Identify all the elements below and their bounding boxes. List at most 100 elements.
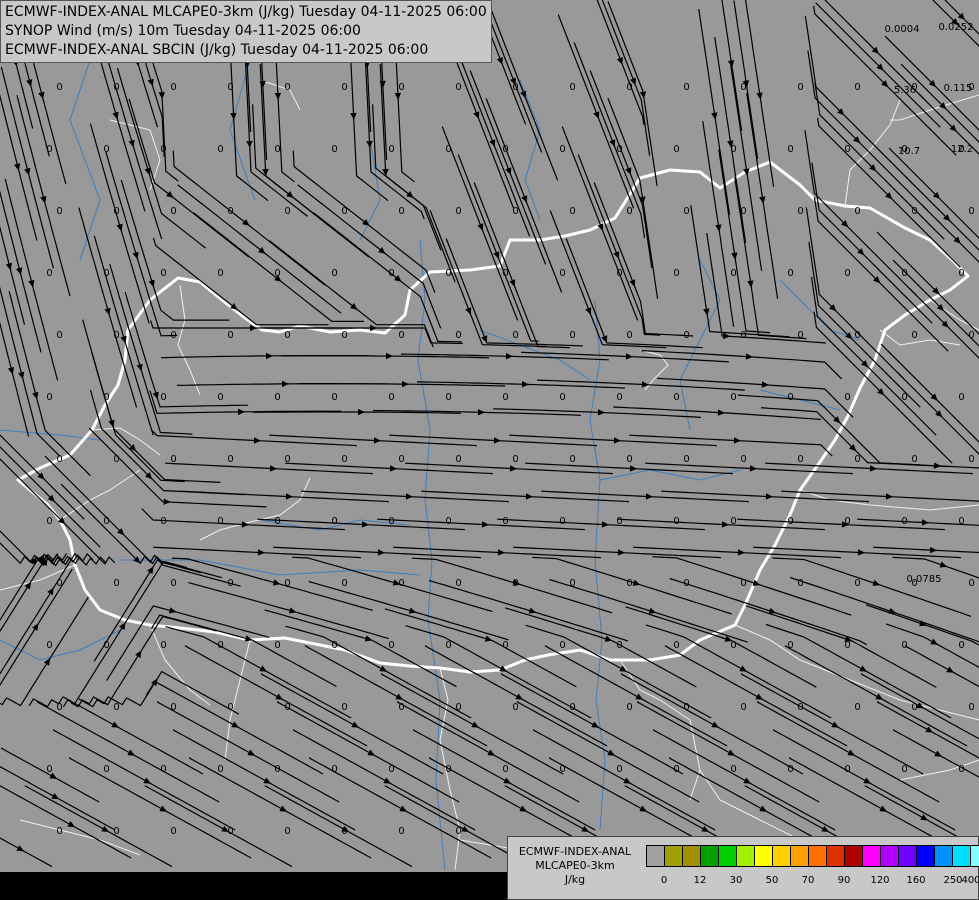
field-value-label: 0 — [740, 82, 746, 93]
field-value-label: 0 — [683, 206, 689, 217]
field-value-label: 0 — [626, 578, 632, 589]
legend-unit: J/kg — [564, 873, 586, 886]
field-value-label: 0 — [797, 702, 803, 713]
field-value-label: 0 — [398, 82, 404, 93]
header-line-1: ECMWF-INDEX-ANAL MLCAPE0-3km (J/kg) Tues… — [5, 4, 487, 20]
field-value-label: 0 — [274, 764, 280, 775]
field-value-label: 0 — [797, 578, 803, 589]
field-value-label: 0 — [730, 516, 736, 527]
field-value-label: 0 — [331, 516, 337, 527]
legend-swatch — [827, 846, 845, 866]
field-value-label: 0 — [626, 454, 632, 465]
field-value-label: 0 — [958, 640, 964, 651]
field-value-label: 0.0004 — [885, 24, 920, 35]
field-value-label: 0 — [56, 82, 62, 93]
field-value-label: 0 — [740, 578, 746, 589]
field-value-label: 0 — [284, 454, 290, 465]
field-value-label: 0 — [730, 764, 736, 775]
field-value-label: 0 — [502, 516, 508, 527]
field-value-label: 0 — [683, 702, 689, 713]
field-value-label: 0 — [113, 702, 119, 713]
field-value-label: 0 — [341, 702, 347, 713]
field-value-label: 0 — [854, 206, 860, 217]
field-value-label: 0 — [227, 454, 233, 465]
field-value-label: 0 — [217, 640, 223, 651]
field-value-label: 0.0252 — [939, 22, 974, 33]
field-value-label: 0 — [113, 206, 119, 217]
field-value-label: 0 — [616, 268, 622, 279]
field-value-label: 0 — [844, 392, 850, 403]
field-value-label: 0 — [388, 516, 394, 527]
field-value-label: 0 — [502, 144, 508, 155]
field-value-label: 0 — [854, 82, 860, 93]
legend-swatch — [863, 846, 881, 866]
field-value-label: 0 — [787, 144, 793, 155]
color-legend: ECMWF-INDEX-ANAL MLCAPE0-3km J/kg 0 12 30 5… — [507, 836, 979, 900]
field-value-label: 0 — [113, 330, 119, 341]
field-value-label: 0 — [284, 578, 290, 589]
field-value-label: 0 — [284, 826, 290, 837]
field-value-label: 0 — [559, 144, 565, 155]
field-value-label: 0 — [901, 268, 907, 279]
field-value-label: 0 — [844, 764, 850, 775]
field-value-label: 0 — [683, 330, 689, 341]
field-value-label: 0 — [388, 144, 394, 155]
field-value-label: 0 — [569, 454, 575, 465]
field-value-label: 0 — [455, 454, 461, 465]
field-value-label: 0 — [341, 454, 347, 465]
field-value-label: 0 — [170, 702, 176, 713]
field-value-label: 0 — [398, 330, 404, 341]
legend-tick-label: 0 — [660, 875, 668, 886]
field-value-label: 0 — [730, 144, 736, 155]
header-line-2: SYNOP Wind (m/s) 10m Tuesday 04-11-2025 … — [5, 23, 361, 39]
field-value-label: 0 — [445, 516, 451, 527]
field-value-label: 0 — [616, 764, 622, 775]
field-value-label: 0 — [512, 330, 518, 341]
legend-title-line-1: ECMWF-INDEX-ANAL — [518, 845, 632, 858]
field-value-label: 0 — [388, 640, 394, 651]
legend-swatch — [971, 846, 979, 866]
field-value-label: 0.0785 — [907, 574, 942, 585]
legend-swatch — [899, 846, 917, 866]
field-value-label: 0 — [227, 82, 233, 93]
field-value-label: 0 — [559, 392, 565, 403]
field-value-label: 0 — [911, 702, 917, 713]
field-value-label: 0 — [113, 578, 119, 589]
field-value-label: 0 — [958, 516, 964, 527]
field-value-label: 0 — [740, 330, 746, 341]
field-value-label: 0 — [56, 454, 62, 465]
field-value-label: 0 — [901, 640, 907, 651]
field-value-label: 0 — [854, 330, 860, 341]
field-value-label: 0 — [569, 702, 575, 713]
header-line-3: ECMWF-INDEX-ANAL SBCIN (J/kg) Tuesday 04… — [5, 42, 429, 58]
field-value-label: 0 — [559, 516, 565, 527]
field-value-label: 0 — [455, 206, 461, 217]
field-value-label: 0 — [160, 764, 166, 775]
field-value-label: 0 — [911, 454, 917, 465]
field-value-label: 0 — [284, 330, 290, 341]
field-value-label: 0 — [331, 392, 337, 403]
legend-swatch — [935, 846, 953, 866]
field-value-label: 0 — [616, 144, 622, 155]
field-value-label: 0 — [854, 578, 860, 589]
field-value-label: 0 — [740, 206, 746, 217]
field-value-label: 0 — [968, 330, 974, 341]
field-value-label: 0 — [103, 764, 109, 775]
field-value-label: 0 — [170, 454, 176, 465]
field-value-label: 0 — [844, 268, 850, 279]
field-value-label: 0 — [113, 826, 119, 837]
legend-tick-label: 120 — [870, 875, 890, 886]
field-value-label: 0 — [388, 392, 394, 403]
field-value-label: 0 — [398, 826, 404, 837]
field-value-label: 0 — [398, 454, 404, 465]
field-value-label: 0 — [569, 578, 575, 589]
field-value-label: 0 — [46, 392, 52, 403]
field-value-label: 0 — [56, 330, 62, 341]
field-value-label: 0 — [740, 454, 746, 465]
field-value-label: 0 — [626, 330, 632, 341]
field-value-label: 0 — [844, 516, 850, 527]
legend-swatch — [683, 846, 701, 866]
field-value-label: 0 — [217, 268, 223, 279]
field-value-label: 0 — [227, 702, 233, 713]
field-value-label: 0 — [958, 268, 964, 279]
